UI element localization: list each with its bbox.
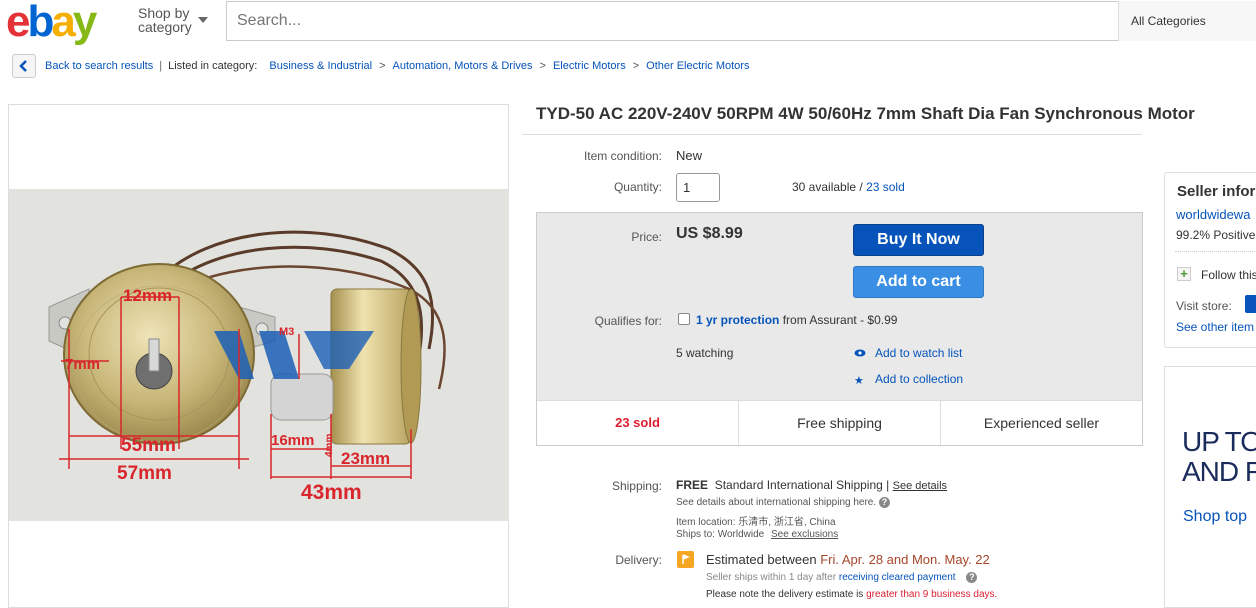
search-box[interactable]: Search... <box>226 1 1256 41</box>
quantity-label: Quantity: <box>613 180 662 194</box>
see-exclusions-link[interactable]: See exclusions <box>771 529 838 540</box>
stat-experienced-seller: Experienced seller <box>983 415 1100 431</box>
stat-sold: 23 sold <box>537 401 739 445</box>
category-select[interactable]: All Categories <box>1118 1 1256 41</box>
ad-headline-2: AND F <box>1182 456 1256 487</box>
delivery-note: Please note the delivery estimate is gre… <box>706 589 998 600</box>
delivery-label: Delivery: <box>615 553 662 567</box>
shipping-label: Shipping: <box>611 479 662 493</box>
add-to-cart-button[interactable]: Add to cart <box>853 266 984 298</box>
plus-icon[interactable]: + <box>1177 267 1191 281</box>
seller-ships-note: Seller ships within 1 day after receivin… <box>706 572 978 583</box>
ad-banner[interactable]: UP TO AND F Shop top <box>1164 366 1256 608</box>
delivery-dates: Fri. Apr. 28 and Mon. May. 22 <box>820 552 990 567</box>
seller-feedback: 99.2% Positive <box>1176 228 1256 242</box>
shipping-summary: FREE Standard International Shipping | S… <box>676 478 947 492</box>
dim-57mm: 57mm <box>117 463 172 484</box>
add-to-watch-list-link[interactable]: Add to watch list <box>875 346 962 360</box>
ships-to: Ships to: Worldwide See exclusions <box>676 529 839 540</box>
price-label: Price: <box>631 230 662 244</box>
protection-checkbox[interactable] <box>678 313 690 325</box>
back-button[interactable] <box>12 54 36 78</box>
help-icon[interactable]: ? <box>966 572 978 583</box>
ad-headline-1: UP TO <box>1182 426 1256 457</box>
follow-seller[interactable]: Follow this <box>1201 268 1256 282</box>
dim-4mm: 4mm <box>324 434 335 457</box>
price-value: US $8.99 <box>676 225 743 242</box>
chevron-left-icon <box>19 60 27 72</box>
breadcrumb-business-industrial[interactable]: Business & Industrial <box>269 60 372 72</box>
breadcrumb-automation[interactable]: Automation, Motors & Drives <box>393 60 533 72</box>
dim-43mm: 43mm <box>301 481 362 504</box>
dim-12mm: 12mm <box>123 286 172 305</box>
dim-16mm: 16mm <box>271 432 314 449</box>
shop-by-line2: category <box>138 19 192 35</box>
see-other-items-link[interactable]: See other item <box>1176 320 1254 334</box>
protection-link[interactable]: 1 yr protection <box>696 313 779 327</box>
visit-store-label: Visit store: <box>1176 299 1232 313</box>
breadcrumb-other-electric-motors[interactable]: Other Electric Motors <box>646 60 749 72</box>
logo-letter-b: b <box>27 0 54 46</box>
flag-icon <box>677 551 694 568</box>
eye-icon <box>854 349 866 357</box>
shipping-method: Standard International Shipping | <box>714 478 890 492</box>
store-icon[interactable] <box>1245 295 1256 313</box>
separator: | <box>159 60 163 72</box>
shipping-free: FREE <box>676 478 709 492</box>
star-icon: ★ <box>854 375 864 387</box>
header: ebay Shop by category Search... All Cate… <box>0 0 1256 46</box>
product-photo[interactable]: 12mm 7mm 55mm 57mm 16mm 4mm 23mm 43mm M3 <box>9 189 509 521</box>
item-location: Item location: 乐清市, 浙江省, China <box>676 517 836 528</box>
add-to-collection-link[interactable]: Add to collection <box>875 372 963 386</box>
stat-free-shipping: Free shipping <box>739 401 941 445</box>
watching-count: 5 watching <box>676 346 734 360</box>
intl-shipping-note: See details about international shipping… <box>676 497 890 508</box>
cleared-payment-link[interactable]: receiving cleared payment <box>839 572 956 583</box>
chevron-down-icon <box>198 17 208 23</box>
logo-letter-e: e <box>6 0 31 46</box>
ebay-logo[interactable]: ebay <box>6 0 98 46</box>
back-to-results-link[interactable]: Back to search results <box>45 60 153 72</box>
logo-letter-y: y <box>72 0 98 46</box>
shop-by-category-button[interactable]: Shop by category <box>138 6 192 34</box>
qualifies-label: Qualifies for: <box>594 314 662 328</box>
delivery-estimate: Estimated between Fri. Apr. 28 and Mon. … <box>706 552 990 567</box>
image-panel: 12mm 7mm 55mm 57mm 16mm 4mm 23mm 43mm M3 <box>8 104 509 608</box>
item-highlights: 23 sold Free shipping Experienced seller <box>537 400 1142 445</box>
dim-m3: M3 <box>279 326 294 338</box>
available-count: 30 available / 23 sold <box>792 180 905 194</box>
search-input[interactable]: Search... <box>237 12 301 30</box>
see-details-link[interactable]: See details <box>893 480 947 492</box>
divider <box>522 134 1142 135</box>
breadcrumb-electric-motors[interactable]: Electric Motors <box>553 60 626 72</box>
quantity-input[interactable]: 1 <box>676 173 720 202</box>
protection-plan: 1 yr protection from Assurant - $0.99 <box>696 313 898 327</box>
sold-count-link[interactable]: 23 sold <box>866 180 905 194</box>
breadcrumb: Back to search results | Listed in categ… <box>12 54 749 78</box>
condition-label: Item condition: <box>583 149 662 163</box>
dim-55mm: 55mm <box>121 435 176 456</box>
buy-it-now-button[interactable]: Buy It Now <box>853 224 984 256</box>
dim-7mm: 7mm <box>65 356 100 373</box>
seller-info-panel: Seller infor worldwidewa 99.2% Positive … <box>1164 172 1256 348</box>
motor-illustration: 12mm 7mm 55mm 57mm 16mm 4mm 23mm 43mm M3 <box>48 230 446 504</box>
condition-value: New <box>676 148 703 163</box>
seller-heading: Seller infor <box>1177 183 1256 200</box>
seller-name-link[interactable]: worldwidewa <box>1176 207 1250 222</box>
logo-letter-a: a <box>51 0 76 46</box>
listed-in-label: Listed in category: <box>168 60 258 72</box>
item-title: TYD-50 AC 220V-240V 50RPM 4W 50/60Hz 7mm… <box>536 104 1195 123</box>
ad-shop-link[interactable]: Shop top <box>1183 508 1247 526</box>
dim-23mm: 23mm <box>341 449 390 468</box>
shop-by-line1: Shop by <box>138 5 190 21</box>
help-icon[interactable]: ? <box>878 497 890 508</box>
